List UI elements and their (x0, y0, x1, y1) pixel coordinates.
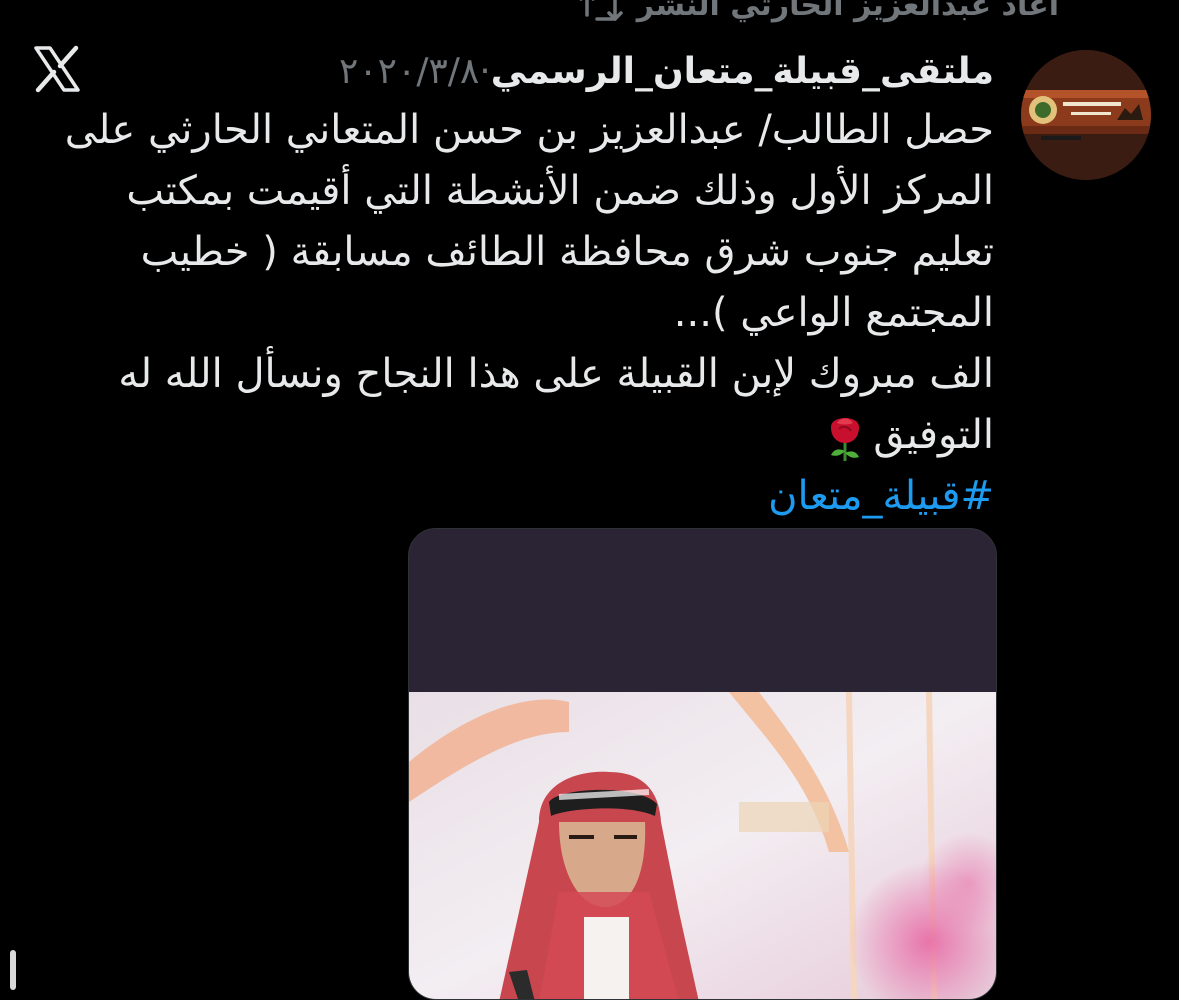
header-separator: · (479, 50, 491, 92)
author-name[interactable]: ملتقى_قبيلة_متعان_الرسمي (491, 51, 994, 92)
retweet-icon (579, 0, 623, 21)
tweet-header: ملتقى_قبيلة_متعان_الرسمي · ٢٠٢٠/٣/٨ (339, 46, 994, 96)
retweet-context[interactable]: أعاد عبدالعزيز الحارثي النشر (579, 0, 1059, 23)
x-logo-icon[interactable] (32, 44, 82, 94)
hashtag-link[interactable]: #قبيلة_متعان (768, 473, 994, 519)
author-avatar[interactable] (1021, 50, 1151, 180)
tweet-paragraph-2: الف مبروك لإبن القبيلة على هذا النجاح ون… (39, 344, 994, 466)
media-card[interactable] (408, 528, 997, 1000)
scrollbar-thumb[interactable] (10, 950, 16, 990)
avatar-image (1021, 50, 1151, 180)
tweet-text: حصل الطالب/ عبدالعزيز بن حسن المتعاني ال… (39, 100, 994, 527)
tweet-photo[interactable] (409, 692, 996, 1000)
retweet-text: أعاد عبدالعزيز الحارثي النشر (636, 0, 1059, 23)
tweet-paragraph-1: حصل الطالب/ عبدالعزيز بن حسن المتعاني ال… (64, 107, 994, 336)
tweet-date[interactable]: ٢٠٢٠/٣/٨ (339, 51, 479, 92)
rose-icon (831, 418, 860, 461)
hashtag-line: #قبيلة_متعان (39, 466, 994, 527)
